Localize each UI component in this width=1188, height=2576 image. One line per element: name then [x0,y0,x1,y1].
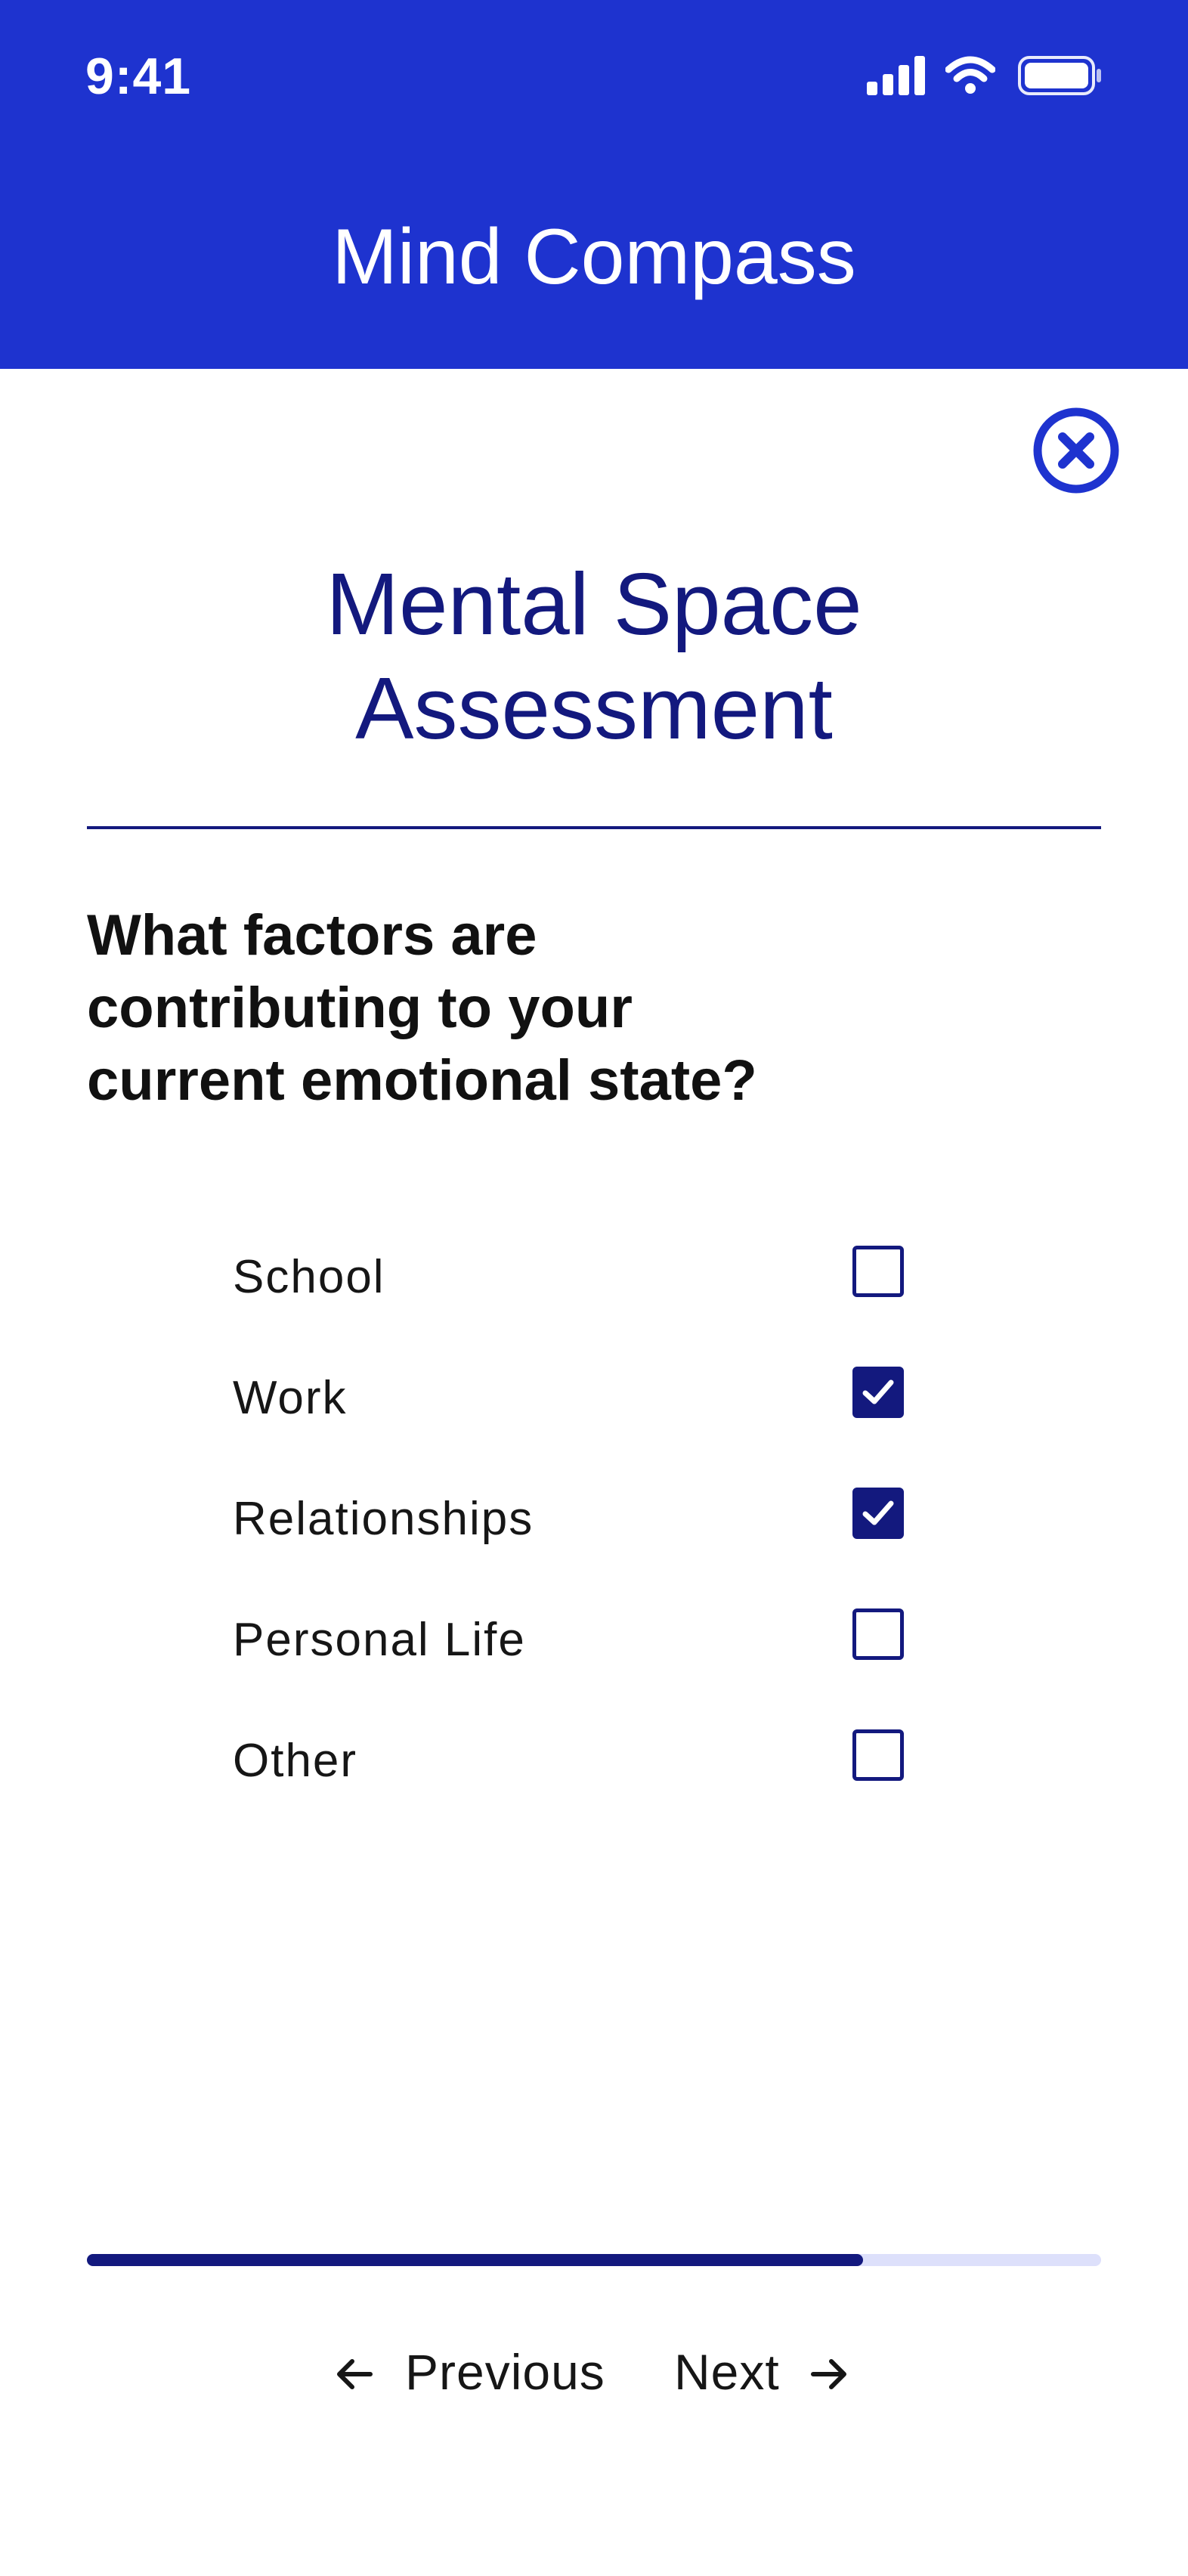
option-relationships[interactable]: Relationships [233,1488,913,1548]
next-button[interactable]: Next [674,2336,855,2411]
option-school[interactable]: School [233,1246,913,1306]
status-time: 9:41 [85,48,192,105]
question-line1: What factors are [87,903,537,968]
option-label: Other [233,1735,358,1787]
previous-button[interactable]: Previous [336,2336,608,2411]
checkbox-school[interactable] [852,1246,904,1297]
question-line3: current emotional state? [87,1048,757,1113]
divider [87,826,1101,829]
checkbox-relationships[interactable] [852,1488,904,1539]
previous-label: Previous [405,2344,605,2400]
wifi-icon [945,56,995,94]
question-line2: contributing to your [87,976,633,1040]
close-icon [1033,407,1119,494]
option-label: Personal Life [233,1614,526,1666]
page-title-line2: Assessment [355,659,833,757]
option-label: Relationships [233,1493,534,1545]
option-label: Work [233,1372,348,1424]
progress-fill [87,2254,863,2266]
checkmark-icon [862,1379,894,1404]
option-other[interactable]: Other [233,1729,913,1790]
option-work[interactable]: Work [233,1367,913,1427]
arrow-left-icon [337,2359,373,2389]
battery-icon [1018,56,1101,95]
question-text: What factors are contributing to your cu… [87,899,918,1117]
page-title: Mental Space Assessment [0,552,1188,760]
app-header: 9:41 Mind Compass [0,0,1188,369]
option-personal-life[interactable]: Personal Life [233,1608,913,1669]
checkbox-personal-life[interactable] [852,1608,904,1660]
checkmark-icon [862,1500,894,1525]
next-label: Next [674,2344,780,2400]
signal-icon [867,56,925,95]
arrow-right-icon [811,2359,846,2389]
app-title: Mind Compass [332,213,856,301]
checkbox-other[interactable] [852,1729,904,1781]
close-button[interactable] [1032,407,1120,494]
option-label: School [233,1251,385,1303]
page-title-line1: Mental Space [326,555,862,653]
progress-bar [87,2254,1101,2266]
checkbox-work[interactable] [852,1367,904,1418]
